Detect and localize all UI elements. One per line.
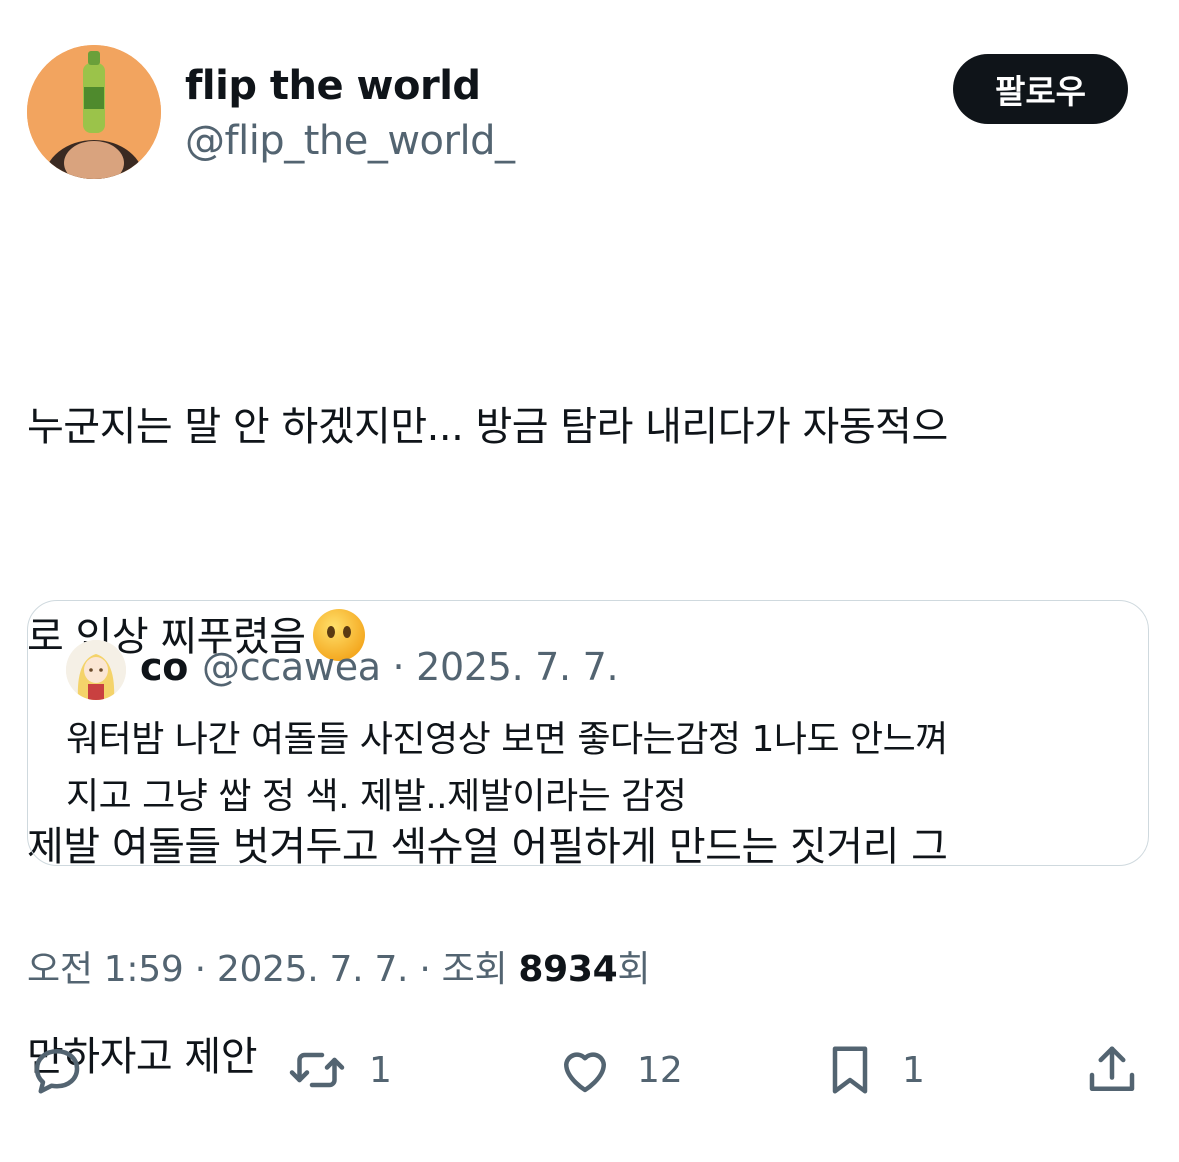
quoted-text: 워터밤 나간 여돌들 사진영상 보면 좋다는감정 1나도 안느껴 지고 그냥 쌉… xyxy=(66,711,1116,825)
quoted-tweet[interactable]: co @ccawea · 2025. 7. 7. 워터밤 나간 여돌들 사진영상 … xyxy=(27,600,1149,866)
follow-button[interactable]: 팔로우 xyxy=(953,54,1128,124)
quoted-author-meta: @ccawea · 2025. 7. 7. xyxy=(202,645,619,689)
quoted-author-avatar[interactable] xyxy=(66,640,126,700)
bookmark-icon xyxy=(832,1046,868,1094)
like-count: 12 xyxy=(637,1049,683,1091)
view-count: 8934 xyxy=(518,949,618,990)
tweet-line: 누군지는 말 안 하겠지만... 방금 탐라 내리다가 자동적으 xyxy=(27,404,948,450)
tweet-meta: 오전 1:59 · 2025. 7. 7. · 조회 8934회 xyxy=(27,940,651,992)
quoted-line: 워터밤 나간 여돌들 사진영상 보면 좋다는감정 1나도 안느껴 xyxy=(66,719,948,760)
like-button[interactable]: 12 xyxy=(555,1035,683,1105)
retweet-count: 1 xyxy=(369,1049,392,1091)
action-bar: 1 12 1 xyxy=(27,1035,1152,1115)
quoted-author-name[interactable]: co xyxy=(140,645,188,689)
share-icon xyxy=(1089,1046,1135,1091)
bookmark-button[interactable]: 1 xyxy=(820,1035,925,1105)
author-name[interactable]: flip the world xyxy=(185,63,481,109)
author-handle[interactable]: @flip_the_world_ xyxy=(185,118,515,164)
retweet-icon xyxy=(289,1052,345,1088)
tweet-header: flip the world @flip_the_world_ 팔로우 xyxy=(27,45,1152,185)
author-avatar[interactable] xyxy=(27,45,161,179)
quoted-line: 지고 그냥 쌉 정 색. 제발..제발이라는 감정 xyxy=(66,776,687,817)
bookmark-count: 1 xyxy=(902,1049,925,1091)
share-button[interactable] xyxy=(1082,1035,1142,1105)
reply-button[interactable] xyxy=(27,1035,87,1105)
quoted-header: co @ccawea · 2025. 7. 7. xyxy=(140,645,619,689)
reply-icon xyxy=(34,1049,80,1094)
view-suffix: 회 xyxy=(617,949,651,990)
heart-icon xyxy=(564,1052,606,1093)
retweet-button[interactable]: 1 xyxy=(287,1035,392,1105)
tweet-timestamp[interactable]: 오전 1:59 · 2025. 7. 7. · 조회 xyxy=(27,949,518,990)
